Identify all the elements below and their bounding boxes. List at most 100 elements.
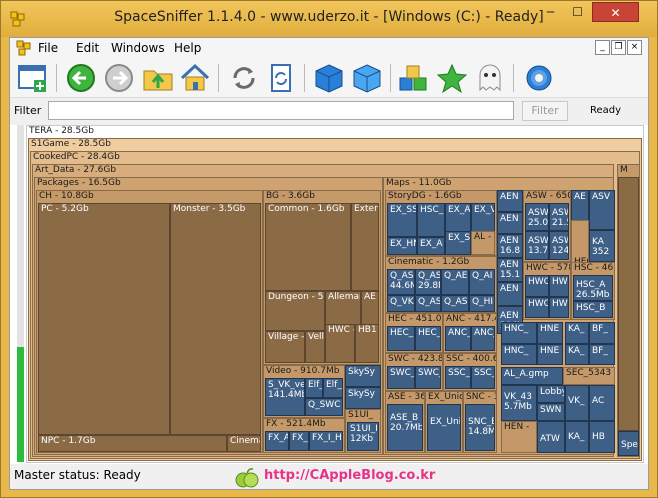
tile-anc-1[interactable]: ANC_: [445, 326, 471, 351]
tile-cinema[interactable]: Cinema: [227, 435, 261, 452]
tile-aen-1[interactable]: AEN: [497, 190, 523, 212]
tile-sec[interactable]: SEC_5343: [563, 367, 615, 385]
tile-vk-43[interactable]: VK_43 5.7Mb: [501, 385, 537, 421]
tile-swn[interactable]: SWN: [537, 403, 565, 421]
tile-q-ae[interactable]: Q_AE: [441, 269, 469, 295]
tile-q-as-1[interactable]: Q_AS 44.6M: [387, 269, 415, 295]
tile-q-as-4[interactable]: Q_AS: [441, 295, 469, 312]
maximize-button[interactable]: ☐: [564, 2, 591, 22]
ghost-icon[interactable]: [473, 62, 507, 94]
mdi-close-button[interactable]: ×: [627, 40, 642, 55]
tile-monster[interactable]: Monster - 3.5Gb: [170, 203, 261, 435]
menu-help[interactable]: Help: [174, 41, 201, 55]
forward-icon[interactable]: [102, 62, 136, 94]
tile-fx-a[interactable]: FX_A: [265, 431, 289, 451]
tile-hnc-1[interactable]: HNC_: [501, 322, 537, 344]
refresh-doc-icon[interactable]: [264, 62, 298, 94]
minimize-button[interactable]: ─: [537, 2, 564, 22]
tile-ex-sv[interactable]: EX_SV: [445, 231, 471, 255]
tile-fx-b[interactable]: FX_: [289, 431, 309, 451]
tile-aen-5[interactable]: AEN: [497, 282, 523, 306]
blocks-icon[interactable]: [397, 62, 431, 94]
tile-aen-4[interactable]: AEN 15.1: [497, 258, 523, 282]
blue-cube-icon[interactable]: [312, 62, 346, 94]
tile-q-swc[interactable]: Q_SWC: [305, 398, 343, 416]
menu-file[interactable]: File: [38, 41, 58, 55]
tile-snc-b[interactable]: SNC_B 14.8Mb: [465, 404, 495, 451]
title-bar[interactable]: SpaceSniffer 1.1.4.0 - www.uderzo.it - […: [1, 1, 657, 37]
tile-asw-2[interactable]: ASW 21.5: [549, 203, 569, 231]
tile-hb[interactable]: HB: [589, 421, 615, 453]
tile-atw[interactable]: ATW: [537, 421, 565, 453]
tile-skysy-1[interactable]: SkySy: [345, 365, 381, 387]
menu-windows[interactable]: Windows: [111, 41, 165, 55]
tile-hwc-2[interactable]: HWC: [549, 275, 569, 297]
tile-m-body[interactable]: [618, 177, 639, 431]
tile-asw-1[interactable]: ASW 25.0: [525, 203, 549, 231]
tile-elf-2[interactable]: Elf_: [323, 378, 343, 398]
refresh-icon[interactable]: [227, 62, 261, 94]
new-window-icon[interactable]: [16, 62, 50, 94]
tile-hne-2[interactable]: HNE: [537, 344, 563, 365]
tile-hsc-b[interactable]: HSC_B: [573, 301, 613, 318]
tile-hwc-bg[interactable]: HWC -: [325, 324, 355, 363]
tile-anc-2[interactable]: ANC_: [471, 326, 495, 351]
mdi-minimize-button[interactable]: _: [595, 40, 610, 55]
tile-asv-r[interactable]: ASV: [589, 190, 615, 230]
tile-velli[interactable]: Velli: [305, 331, 325, 363]
tile-asw-4[interactable]: ASW 124: [549, 231, 569, 260]
tile-ex-a-2[interactable]: EX_A: [417, 237, 445, 255]
tile-fx-i-h[interactable]: FX_I_H: [309, 431, 343, 451]
tile-hec-2[interactable]: HEC_: [415, 326, 441, 351]
tile-hwc-4[interactable]: HWC: [549, 297, 569, 318]
tile-bf-2[interactable]: BF_: [589, 344, 615, 365]
filter-input[interactable]: [48, 101, 514, 120]
tile-aen-3[interactable]: AEN 16.8: [497, 234, 523, 258]
star-icon[interactable]: [435, 62, 469, 94]
home-icon[interactable]: [178, 62, 212, 94]
tile-ex-ss[interactable]: EX_SS: [387, 203, 417, 237]
tile-q-hi[interactable]: Q_HI: [469, 295, 495, 312]
tile-hsc-e[interactable]: HSC_E: [417, 203, 445, 237]
tile-q-vk[interactable]: Q_VK: [387, 295, 415, 312]
tile-elf-1[interactable]: Elf_: [305, 378, 323, 398]
tile-swc-2[interactable]: SWC_: [415, 366, 441, 389]
tile-hne-1[interactable]: HNE: [537, 322, 563, 344]
tile-ka-352[interactable]: KA 352: [589, 230, 615, 262]
tile-hsc-a[interactable]: HSC_A 26.5Mb: [573, 275, 613, 301]
tile-hen[interactable]: HEN -: [501, 421, 537, 453]
mdi-restore-button[interactable]: ❐: [611, 40, 626, 55]
tile-lobby[interactable]: Lobby: [537, 385, 565, 403]
tile-ka-3[interactable]: KA_: [565, 421, 589, 453]
tile-q-as-2[interactable]: Q_AS 29.8M: [415, 269, 441, 295]
close-button[interactable]: ✕: [592, 2, 639, 22]
tile-asw-3[interactable]: ASW 13.7: [525, 231, 549, 260]
tile-common[interactable]: Common - 1.6Gb: [265, 203, 351, 291]
tile-swc-1[interactable]: SWC_: [387, 366, 415, 389]
tile-q-as-3[interactable]: Q_AS: [415, 295, 441, 312]
tile-ex-unic-file[interactable]: EX_Unic: [427, 404, 461, 451]
tile-npc[interactable]: NPC - 1.7Gb: [38, 435, 227, 452]
tile-s1ui-file[interactable]: S1UI_I 12Kb: [347, 422, 379, 451]
settings-gear-icon[interactable]: [522, 62, 556, 94]
tile-ex-hn[interactable]: EX_HN: [387, 237, 417, 255]
tile-ac[interactable]: AC: [589, 385, 615, 421]
tile-aen-2[interactable]: AEN: [497, 212, 523, 234]
tile-hec-1[interactable]: HEC_: [387, 326, 415, 351]
tile-pc[interactable]: PC - 5.2Gb: [38, 203, 170, 435]
filter-button[interactable]: Filter: [522, 101, 568, 121]
tile-skysy-2[interactable]: SkySy: [345, 387, 381, 409]
tile-q-ai[interactable]: Q_AI: [469, 269, 495, 295]
back-icon[interactable]: [64, 62, 98, 94]
tile-ssc-1[interactable]: SSC_: [445, 366, 471, 389]
tile-hb1[interactable]: HB1: [355, 324, 379, 363]
tile-ssc-2[interactable]: SSC_: [471, 366, 495, 389]
tile-dungeon[interactable]: Dungeon - 50: [265, 291, 325, 331]
tile-hwc-3[interactable]: HWC: [525, 297, 549, 318]
tile-s-vk[interactable]: S_VK_ve 141.4Mb: [265, 378, 305, 416]
tile-hnc-2[interactable]: HNC_: [501, 344, 537, 365]
tile-village[interactable]: Village -: [265, 331, 305, 363]
tile-vk[interactable]: VK_: [565, 385, 589, 421]
tile-hwc-1[interactable]: HWC: [525, 275, 549, 297]
tile-extens[interactable]: Extens: [351, 203, 379, 291]
